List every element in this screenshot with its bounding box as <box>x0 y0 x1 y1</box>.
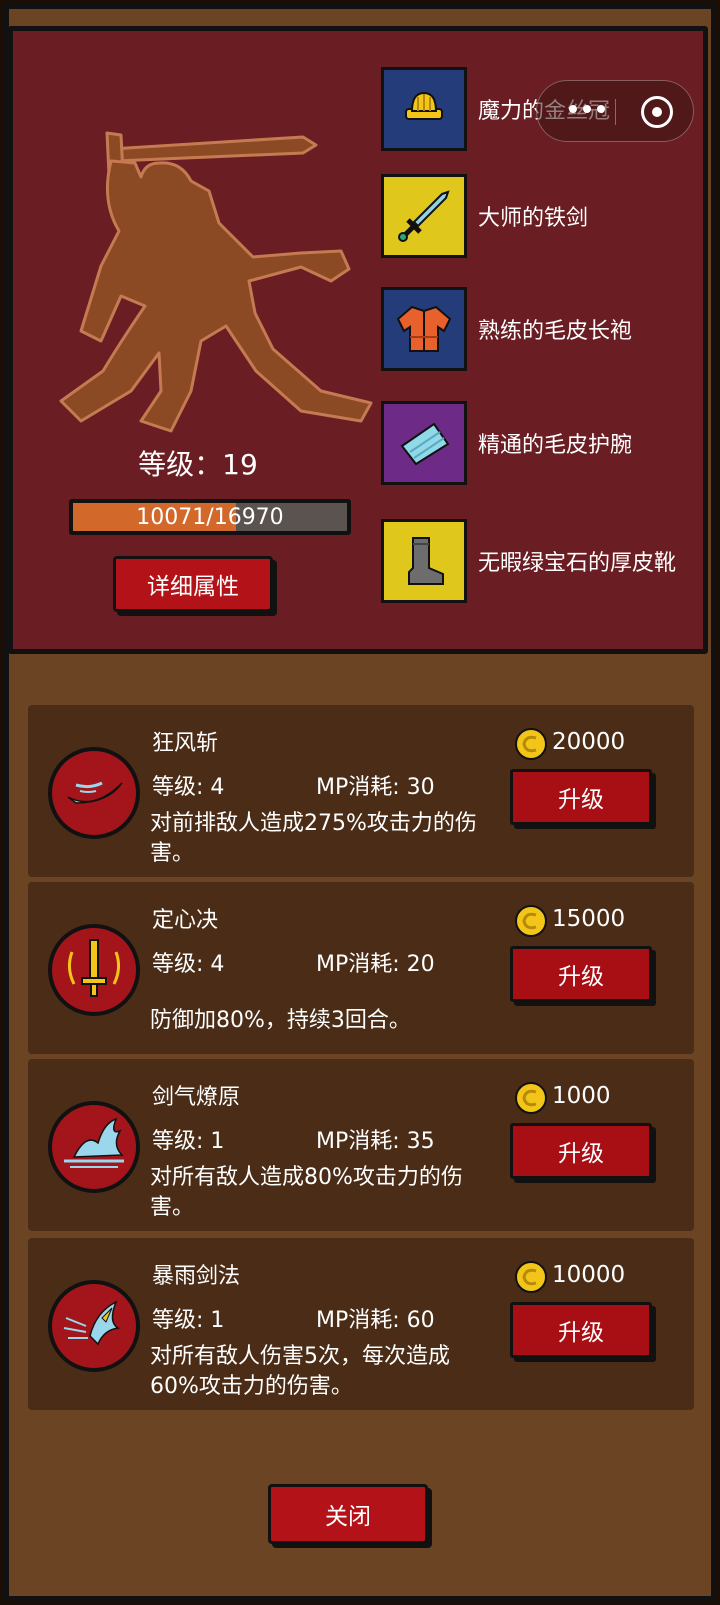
detail-attributes-button[interactable]: 详细属性 <box>113 556 273 612</box>
skill-level: 等级: 4 <box>152 952 225 977</box>
coin-icon <box>515 905 547 937</box>
skill-level: 等级: 1 <box>152 1129 225 1154</box>
skill-description: 对所有敌人伤害5次，每次造成60%攻击力的伤害。 <box>150 1344 450 1399</box>
skill-name: 狂风斩 <box>152 731 219 756</box>
skill-name: 定心决 <box>152 908 219 933</box>
more-icon[interactable] <box>569 105 605 113</box>
skill-card: 暴雨剑法 等级: 1 MP消耗: 60 对所有敌人伤害5次，每次造成60%攻击力… <box>28 1238 694 1410</box>
skill-card: 狂风斩 等级: 4 MP消耗: 30 对前排敌人造成275%攻击力的伤害。 20… <box>28 705 694 877</box>
skill-level: 等级: 1 <box>152 1308 225 1333</box>
equipment-slot-weapon[interactable]: 大师的铁剑 <box>381 174 711 258</box>
equipment-slot-bracer[interactable]: 精通的毛皮护腕 <box>381 401 711 485</box>
upgrade-button[interactable]: 升级 <box>510 1302 652 1358</box>
sword-wave-icon <box>48 1101 140 1193</box>
equipment-name: 精通的毛皮护腕 <box>478 433 633 458</box>
equipment-name: 无暇绿宝石的厚皮靴 <box>478 551 677 576</box>
skill-description: 对前排敌人造成275%攻击力的伤害。 <box>150 811 477 866</box>
robe-icon <box>381 287 467 371</box>
skill-name: 剑气燎原 <box>152 1085 241 1110</box>
exp-bar: 10071/16970 <box>69 499 351 535</box>
skill-mp-cost: MP消耗: 20 <box>316 952 435 977</box>
capsule-divider <box>615 99 616 125</box>
close-button[interactable]: 关闭 <box>268 1484 428 1544</box>
mini-program-capsule[interactable] <box>536 80 694 142</box>
bracer-icon <box>381 401 467 485</box>
upgrade-cost: 10000 <box>552 1262 626 1288</box>
skill-mp-cost: MP消耗: 35 <box>316 1129 435 1154</box>
skill-card: 定心决 等级: 4 MP消耗: 20 防御加80%，持续3回合。 15000 升… <box>28 882 694 1054</box>
focus-sword-icon <box>48 924 140 1016</box>
upgrade-cost: 1000 <box>552 1083 611 1109</box>
equipment-name: 大师的铁剑 <box>478 206 589 231</box>
crown-icon <box>381 67 467 151</box>
exp-text: 10071/16970 <box>136 504 284 530</box>
skill-card: 剑气燎原 等级: 1 MP消耗: 35 对所有敌人造成80%攻击力的伤害。 10… <box>28 1059 694 1231</box>
upgrade-cost: 20000 <box>552 729 626 755</box>
wind-slash-icon <box>48 747 140 839</box>
character-level: 等级：19 <box>138 448 258 481</box>
equipment-slot-armor[interactable]: 熟练的毛皮长袍 <box>381 287 711 371</box>
equipment-name: 熟练的毛皮长袍 <box>478 319 633 344</box>
close-target-icon[interactable] <box>641 96 673 128</box>
coin-icon <box>515 1082 547 1114</box>
skill-mp-cost: MP消耗: 30 <box>316 775 435 800</box>
skill-level: 等级: 4 <box>152 775 225 800</box>
storm-blade-icon <box>48 1280 140 1372</box>
sword-icon <box>381 174 467 258</box>
skill-description: 对所有敌人造成80%攻击力的伤害。 <box>150 1165 463 1220</box>
equipment-slot-boots[interactable]: 无暇绿宝石的厚皮靴 <box>381 519 711 603</box>
upgrade-button[interactable]: 升级 <box>510 946 652 1002</box>
upgrade-cost: 15000 <box>552 906 626 932</box>
boot-icon <box>381 519 467 603</box>
upgrade-button[interactable]: 升级 <box>510 769 652 825</box>
upgrade-button[interactable]: 升级 <box>510 1123 652 1179</box>
skill-mp-cost: MP消耗: 60 <box>316 1308 435 1333</box>
coin-icon <box>515 728 547 760</box>
coin-icon <box>515 1261 547 1293</box>
skill-description: 防御加80%，持续3回合。 <box>150 1008 411 1033</box>
skill-name: 暴雨剑法 <box>152 1264 241 1289</box>
character-silhouette <box>59 131 373 433</box>
